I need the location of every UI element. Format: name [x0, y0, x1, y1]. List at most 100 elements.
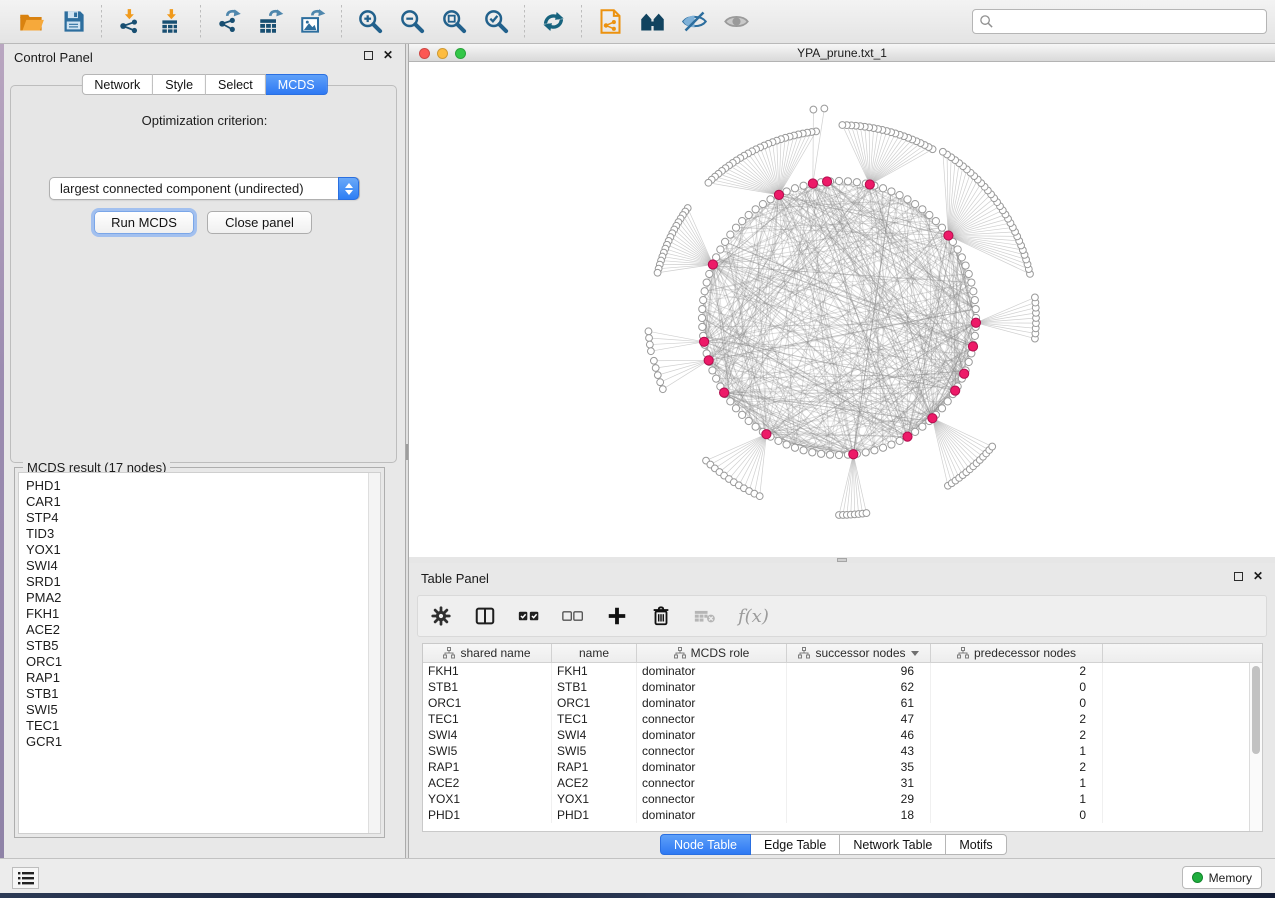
mcds-result-item[interactable]: ORC1 [26, 654, 380, 670]
import-network-icon[interactable] [113, 5, 147, 39]
dominator-node[interactable] [699, 337, 708, 346]
tab-mcds[interactable]: MCDS [266, 74, 328, 95]
network-node[interactable] [971, 332, 978, 339]
mcds-result-item[interactable]: STP4 [26, 510, 380, 526]
network-node[interactable] [888, 441, 895, 448]
network-node[interactable] [732, 224, 739, 231]
leaf-node[interactable] [821, 105, 828, 112]
network-node[interactable] [926, 211, 933, 218]
table-row[interactable]: SWI4SWI4dominator462 [423, 727, 1262, 743]
network-node[interactable] [912, 428, 919, 435]
network-node[interactable] [783, 188, 790, 195]
dominator-node[interactable] [944, 231, 953, 240]
column-header-shared-name[interactable]: shared name [423, 644, 552, 662]
tab-network[interactable]: Network [81, 74, 153, 95]
mcds-result-item[interactable]: SRD1 [26, 574, 380, 590]
network-node[interactable] [700, 297, 707, 304]
split-panel-icon[interactable] [474, 605, 496, 627]
network-node[interactable] [706, 270, 713, 277]
leaf-node[interactable] [646, 341, 653, 348]
network-titlebar[interactable]: YPA_prune.txt_1 [409, 44, 1275, 62]
mcds-list-scrollbar[interactable] [368, 473, 380, 833]
dominator-node[interactable] [960, 369, 969, 378]
network-node[interactable] [699, 305, 706, 312]
network-node[interactable] [791, 444, 798, 451]
mcds-result-item[interactable]: RAP1 [26, 670, 380, 686]
export-table-icon[interactable] [254, 5, 288, 39]
splitter-handle[interactable] [406, 444, 408, 460]
network-node[interactable] [919, 206, 926, 213]
table-row[interactable]: YOX1YOX1connector291 [423, 791, 1262, 807]
network-node[interactable] [853, 179, 860, 186]
network-node[interactable] [862, 449, 869, 456]
network-node[interactable] [962, 262, 969, 269]
network-node[interactable] [972, 305, 979, 312]
export-image-icon[interactable] [296, 5, 330, 39]
memory-button[interactable]: Memory [1182, 866, 1262, 889]
table-row[interactable]: STB1STB1dominator620 [423, 679, 1262, 695]
network-node[interactable] [699, 323, 706, 330]
tab-select[interactable]: Select [206, 74, 266, 95]
leaf-node[interactable] [650, 357, 657, 364]
mcds-result-item[interactable]: CAR1 [26, 494, 380, 510]
column-header-successor-nodes[interactable]: successor nodes [787, 644, 931, 662]
network-node[interactable] [739, 411, 746, 418]
tab-style[interactable]: Style [153, 74, 206, 95]
close-panel-button[interactable]: Close panel [207, 211, 312, 234]
mcds-result-item[interactable]: YOX1 [26, 542, 380, 558]
dominator-node[interactable] [951, 386, 960, 395]
leaf-node[interactable] [657, 379, 664, 386]
leaf-node[interactable] [654, 372, 661, 379]
network-node[interactable] [745, 417, 752, 424]
leaf-node[interactable] [654, 269, 661, 276]
open-session-icon[interactable] [14, 5, 48, 39]
table-row[interactable]: PHD1PHD1dominator180 [423, 807, 1262, 823]
share-network-icon[interactable] [593, 5, 627, 39]
network-node[interactable] [912, 200, 919, 207]
mcds-result-item[interactable]: STB1 [26, 686, 380, 702]
splitter-handle[interactable] [837, 558, 847, 562]
mcds-result-item[interactable]: SWI4 [26, 558, 380, 574]
tab-motifs[interactable]: Motifs [946, 834, 1006, 855]
network-node[interactable] [783, 441, 790, 448]
network-node[interactable] [896, 437, 903, 444]
network-node[interactable] [965, 358, 972, 365]
tab-edge-table[interactable]: Edge Table [751, 834, 840, 855]
network-node[interactable] [800, 182, 807, 189]
network-node[interactable] [745, 211, 752, 218]
leaf-node[interactable] [645, 328, 652, 335]
column-header-predecessor-nodes[interactable]: predecessor nodes [931, 644, 1103, 662]
network-node[interactable] [709, 367, 716, 374]
leaf-node[interactable] [648, 348, 655, 355]
network-node[interactable] [938, 224, 945, 231]
network-node[interactable] [698, 314, 705, 321]
network-node[interactable] [879, 185, 886, 192]
table-row[interactable]: ACE2ACE2connector311 [423, 775, 1262, 791]
table-row[interactable]: SWI5SWI5connector431 [423, 743, 1262, 759]
network-node[interactable] [727, 231, 734, 238]
network-node[interactable] [703, 279, 710, 286]
add-column-icon[interactable] [606, 605, 628, 627]
dominator-node[interactable] [762, 430, 771, 439]
leaf-node[interactable] [646, 335, 653, 342]
float-panel-icon[interactable] [364, 51, 373, 60]
dominator-node[interactable] [774, 190, 783, 199]
show-all-icon[interactable] [719, 5, 753, 39]
leaf-node[interactable] [839, 122, 846, 129]
network-node[interactable] [835, 177, 842, 184]
network-node[interactable] [844, 178, 851, 185]
leaf-node[interactable] [659, 386, 666, 393]
dominator-node[interactable] [971, 318, 980, 327]
leaf-node[interactable] [652, 365, 659, 372]
scrollbar-thumb[interactable] [1252, 666, 1260, 754]
leaf-node[interactable] [989, 443, 996, 450]
tab-node-table[interactable]: Node Table [660, 834, 751, 855]
network-node[interactable] [932, 218, 939, 225]
import-table-icon[interactable] [155, 5, 189, 39]
dominator-node[interactable] [849, 450, 858, 459]
task-history-button[interactable] [12, 867, 39, 889]
network-canvas[interactable] [409, 62, 1275, 557]
network-node[interactable] [767, 196, 774, 203]
float-panel-icon[interactable] [1234, 572, 1243, 581]
network-node[interactable] [775, 437, 782, 444]
